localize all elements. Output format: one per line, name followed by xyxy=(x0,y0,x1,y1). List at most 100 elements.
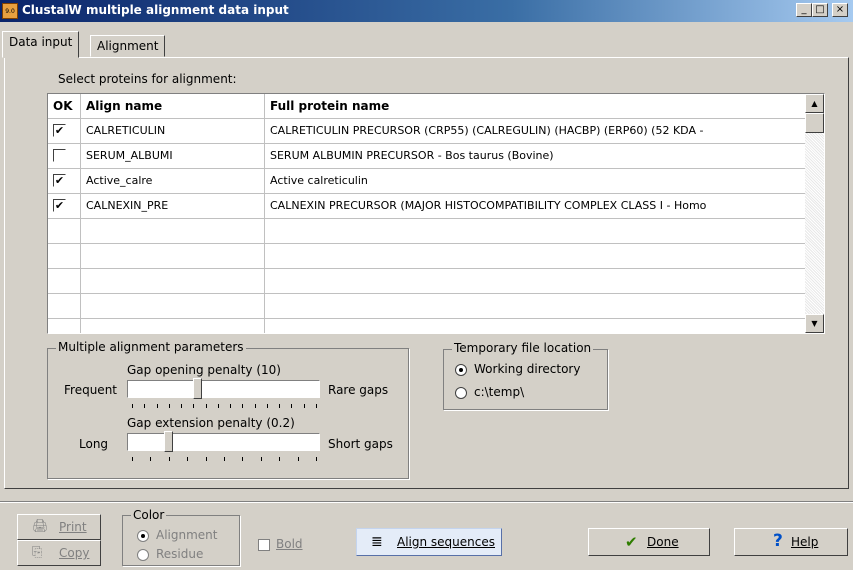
ok-cell[interactable] xyxy=(48,294,81,318)
radio-working-directory[interactable] xyxy=(455,364,467,376)
select-proteins-label: Select proteins for alignment: xyxy=(58,72,237,86)
done-button[interactable]: ✔ Done xyxy=(588,528,710,556)
row-checkbox[interactable]: ✔ xyxy=(53,124,66,137)
tab-data-input[interactable]: Data input xyxy=(2,31,80,58)
scroll-down-arrow-icon[interactable]: ▼ xyxy=(805,314,824,333)
ok-cell[interactable]: ✔ xyxy=(48,119,81,143)
full-name-cell[interactable] xyxy=(265,294,805,318)
gap-extension-label: Gap extension penalty (0.2) xyxy=(127,416,295,430)
gap-opening-ticks xyxy=(132,404,317,410)
table-row[interactable]: SERUM_ALBUMI SERUM ALBUMIN PRECURSOR - Bo… xyxy=(48,144,805,169)
table-row-empty[interactable] xyxy=(48,269,805,294)
app-icon[interactable]: 9.0 xyxy=(2,3,18,19)
radio-alignment[interactable] xyxy=(137,530,149,542)
slider-tick xyxy=(261,457,262,461)
ok-cell[interactable] xyxy=(48,219,81,243)
color-title: Color xyxy=(131,508,167,522)
done-label: Done xyxy=(647,535,679,549)
align-name-cell[interactable] xyxy=(81,244,265,268)
slider-tick xyxy=(193,404,194,408)
slider-tick xyxy=(224,457,225,461)
ok-cell[interactable]: ✔ xyxy=(48,169,81,193)
minimize-button[interactable]: _ xyxy=(796,3,812,17)
ok-cell[interactable] xyxy=(48,319,81,333)
row-checkbox[interactable]: ✔ xyxy=(53,199,66,212)
close-button[interactable]: × xyxy=(832,3,848,17)
alignment-params-title: Multiple alignment parameters xyxy=(56,340,246,354)
slider-tick xyxy=(230,404,231,408)
working-directory-label[interactable]: Working directory xyxy=(474,362,580,376)
scroll-thumb[interactable] xyxy=(805,113,824,133)
help-button[interactable]: ? Help xyxy=(734,528,848,556)
table-row[interactable]: ✔ CALNEXIN_PRE CALNEXIN PRECURSOR (MAJOR H… xyxy=(48,194,805,219)
align-name-cell[interactable]: CALRETICULIN xyxy=(81,119,265,143)
header-align-name[interactable]: Align name xyxy=(81,94,265,118)
align-name-cell[interactable] xyxy=(81,269,265,293)
ok-cell[interactable] xyxy=(48,244,81,268)
bold-checkbox[interactable] xyxy=(258,539,270,551)
align-name-cell[interactable]: SERUM_ALBUMI xyxy=(81,144,265,168)
gap-extension-slider[interactable] xyxy=(127,433,320,451)
print-button[interactable]: 🖨 Print xyxy=(17,514,101,540)
slider-tick xyxy=(144,404,145,408)
full-name-cell[interactable] xyxy=(265,219,805,243)
table-row-empty[interactable] xyxy=(48,244,805,269)
align-name-cell[interactable]: CALNEXIN_PRE xyxy=(81,194,265,218)
print-icon: 🖨 xyxy=(32,519,49,534)
residue-color-label[interactable]: Residue xyxy=(156,547,203,561)
copy-icon: ⎘ xyxy=(32,545,43,560)
slider-tick xyxy=(181,404,182,408)
header-full-name[interactable]: Full protein name xyxy=(265,94,805,118)
slider-tick xyxy=(157,404,158,408)
table-row[interactable]: ✔ Active_calre Active calreticulin xyxy=(48,169,805,194)
radio-residue[interactable] xyxy=(137,549,149,561)
scroll-up-arrow-icon[interactable]: ▲ xyxy=(805,94,824,113)
temp-location-group xyxy=(443,349,608,410)
ok-cell[interactable]: ✔ xyxy=(48,194,81,218)
protein-grid[interactable]: OK Align name Full protein name ✔ CALRETI… xyxy=(47,93,825,334)
align-name-cell[interactable] xyxy=(81,219,265,243)
tab-alignment[interactable]: Alignment xyxy=(90,35,166,57)
full-name-cell[interactable]: SERUM ALBUMIN PRECURSOR - Bos taurus (Bo… xyxy=(265,144,805,168)
gap-extension-right-label: Short gaps xyxy=(328,437,393,451)
gap-opening-label: Gap opening penalty (10) xyxy=(127,363,281,377)
gap-opening-slider-thumb[interactable] xyxy=(193,378,203,399)
maximize-button[interactable]: □ xyxy=(812,3,828,17)
table-row-empty[interactable] xyxy=(48,319,805,333)
table-row-empty[interactable] xyxy=(48,294,805,319)
full-name-cell[interactable]: CALRETICULIN PRECURSOR (CRP55) (CALREGUL… xyxy=(265,119,805,143)
gap-opening-slider[interactable] xyxy=(127,380,320,398)
copy-button[interactable]: ⎘ Copy xyxy=(17,540,101,566)
slider-tick xyxy=(150,457,151,461)
gap-extension-slider-thumb[interactable] xyxy=(163,431,173,452)
full-name-cell[interactable]: CALNEXIN PRECURSOR (MAJOR HISTOCOMPATIBI… xyxy=(265,194,805,218)
table-row[interactable]: ✔ CALRETICULIN CALRETICULIN PRECURSOR (CRP… xyxy=(48,119,805,144)
align-name-cell[interactable]: Active_calre xyxy=(81,169,265,193)
row-checkbox[interactable]: ✔ xyxy=(53,174,66,187)
full-name-cell[interactable] xyxy=(265,319,805,333)
slider-tick xyxy=(255,404,256,408)
align-sequences-button[interactable]: ≣ Align sequences xyxy=(356,528,502,556)
grid-vertical-scrollbar[interactable]: ▲ ▼ xyxy=(805,94,824,333)
checkmark-icon: ✔ xyxy=(625,533,638,551)
full-name-cell[interactable] xyxy=(265,244,805,268)
align-name-cell[interactable] xyxy=(81,294,265,318)
c-temp-label[interactable]: c:\temp\ xyxy=(474,385,524,399)
ok-cell[interactable] xyxy=(48,144,81,168)
align-name-cell[interactable] xyxy=(81,319,265,333)
slider-tick xyxy=(304,404,305,408)
slider-tick xyxy=(242,457,243,461)
row-checkbox[interactable] xyxy=(53,149,66,162)
ok-cell[interactable] xyxy=(48,269,81,293)
full-name-cell[interactable]: Active calreticulin xyxy=(265,169,805,193)
slider-tick xyxy=(206,457,207,461)
radio-c-temp[interactable] xyxy=(455,387,467,399)
full-name-cell[interactable] xyxy=(265,269,805,293)
slider-tick xyxy=(267,404,268,408)
alignment-color-label[interactable]: Alignment xyxy=(156,528,217,542)
bold-label[interactable]: Bold xyxy=(276,537,303,551)
slider-tick xyxy=(132,457,133,461)
table-row-empty[interactable] xyxy=(48,219,805,244)
header-ok[interactable]: OK xyxy=(48,94,81,118)
temp-location-title: Temporary file location xyxy=(452,341,594,355)
